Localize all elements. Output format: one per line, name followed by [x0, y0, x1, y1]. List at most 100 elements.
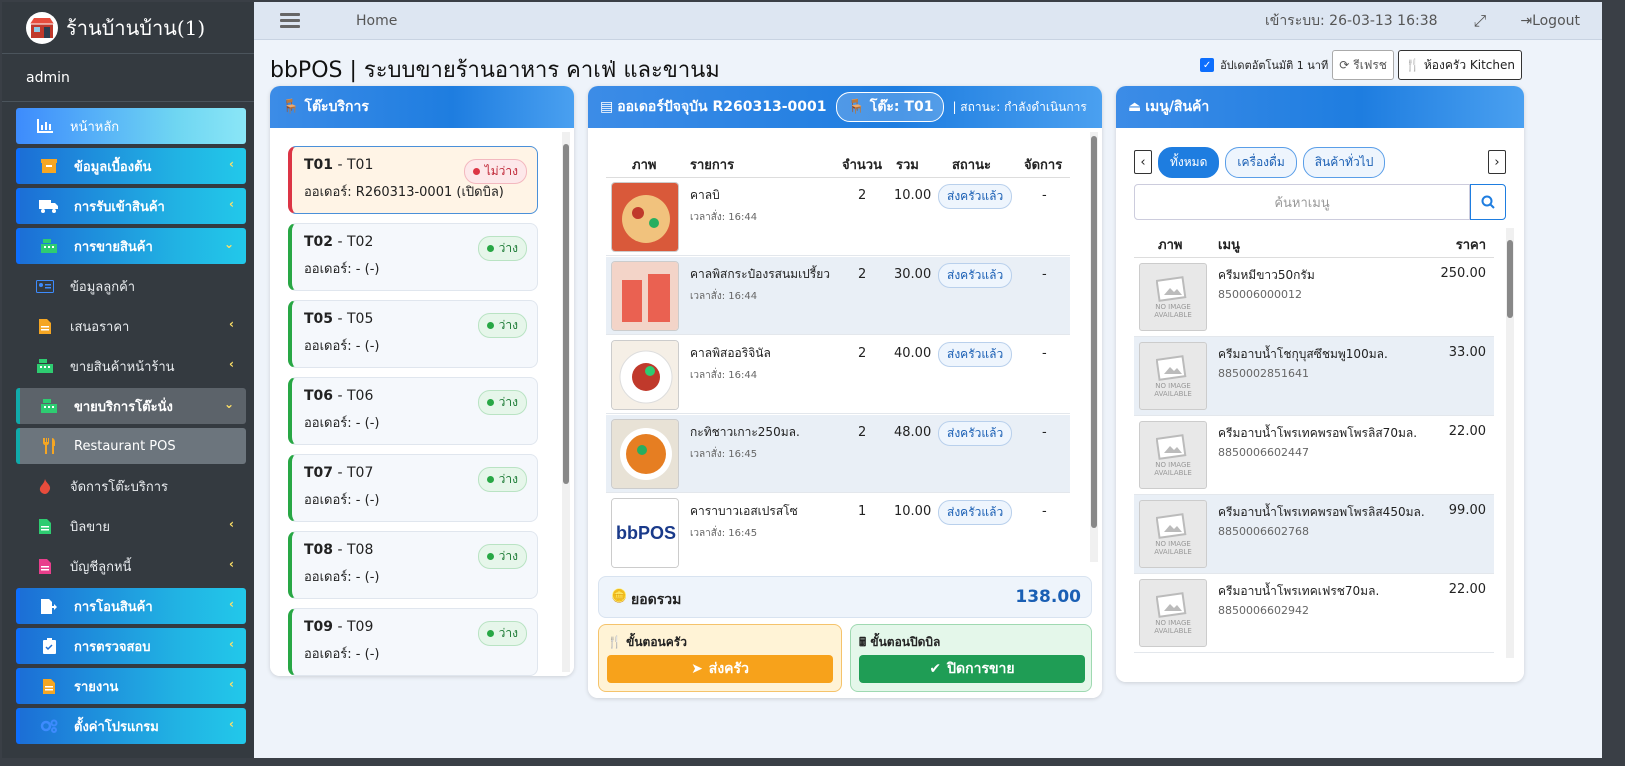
nav-label: ขายสินค้าหน้าร้าน	[70, 359, 175, 375]
brand-name: ร้านบ้านบ้าน(1)	[66, 15, 206, 40]
col-price: ราคา	[1455, 238, 1486, 253]
order-row: bbPOS คาราบาวเอสเปรสโซ เวลาสั่ง: 16:45 1 10.…	[606, 494, 1070, 570]
tab-drinks[interactable]: เครื่องดื่ม	[1225, 146, 1297, 178]
table-card[interactable]: T07 - T07 ออเดอร์: - (-) ว่าง	[288, 454, 538, 522]
tabs-next-button[interactable]: ›	[1488, 150, 1506, 174]
item-total: 48.00	[894, 425, 932, 440]
item-image	[611, 340, 679, 410]
col-status: สถานะ	[952, 158, 991, 173]
truck-icon	[38, 199, 60, 213]
nav-settings[interactable]: ตั้งค่าโปรแกรม ‹	[16, 708, 246, 744]
nav-dashboard[interactable]: หน้าหลัก	[16, 108, 246, 144]
menu-table-header: ภาพ เมนู ราคา	[1134, 228, 1494, 258]
auto-refresh-checkbox[interactable]: ✓	[1200, 58, 1215, 72]
menu-item-price: 22.00	[1448, 424, 1486, 439]
menu-item-row[interactable]: NO IMAGE AVAILABLE ครีมอาบน้ำโพรเทคเฟรช70…	[1134, 574, 1494, 653]
kitchen-button[interactable]: 🍴 ห้องครัว Kitchen	[1397, 50, 1522, 80]
nav-table-service[interactable]: ขายบริการโต๊ะนั่ง ⌄	[16, 388, 246, 424]
item-action[interactable]: -	[1042, 425, 1047, 440]
check-icon: ✔	[929, 661, 942, 677]
nav-label: ข้อมูลเบื้องต้น	[74, 159, 152, 175]
col-image: ภาพ	[632, 158, 657, 173]
nav-storefront-sales[interactable]: ขายสินค้าหน้าร้าน ‹	[24, 348, 246, 384]
menu-item-row[interactable]: NO IMAGE AVAILABLE ครีมอาบน้ำโพรเทคพรอพโพ…	[1134, 416, 1494, 495]
item-action[interactable]: -	[1042, 188, 1047, 203]
nav-reports[interactable]: รายงาน ‹	[16, 668, 246, 704]
order-scrollbar[interactable]	[1090, 132, 1098, 562]
nav-sales[interactable]: การขายสินค้า ⌄	[16, 228, 246, 264]
table-card[interactable]: T01 - T01 ออเดอร์: R260313-0001 (เปิดบิล)…	[288, 146, 538, 214]
item-name: คาลพิสกระป๋องรสนมเปรี้ยว	[690, 267, 831, 281]
order-row: คาลพิสกระป๋องรสนมเปรี้ยว เวลาสั่ง: 16:44 2…	[606, 257, 1070, 335]
sidebar: ร้านบ้านบ้าน(1) admin หน้าหลัก ข้อมูลเบื…	[2, 2, 254, 758]
tables-scrollbar[interactable]	[562, 132, 570, 672]
nav-label: บิลขาย	[70, 519, 111, 535]
close-step-label: 🖩 ขั้นตอนปิดบิล	[859, 635, 941, 649]
nav-sales-bills[interactable]: บิลขาย ‹	[24, 508, 246, 544]
user-name[interactable]: admin	[2, 54, 254, 102]
item-name: คาลพิสออริจินัล	[690, 346, 771, 360]
menu-item-row[interactable]: NO IMAGE AVAILABLE ครีมอาบน้ำโพรเทคพรอพโพ…	[1134, 495, 1494, 574]
hamburger-menu-icon[interactable]	[280, 10, 300, 31]
tabs-prev-button[interactable]: ‹	[1134, 150, 1152, 174]
table-card[interactable]: T09 - T09 ออเดอร์: - (-) ว่าง	[288, 608, 538, 676]
table-order: ออเดอร์: - (-)	[304, 647, 380, 662]
id-card-icon	[34, 279, 56, 293]
chart-icon	[34, 119, 56, 133]
table-card[interactable]: T08 - T08 ออเดอร์: - (-) ว่าง	[288, 531, 538, 599]
tab-general[interactable]: สินค้าทั่วไป	[1302, 146, 1386, 178]
kitchen-step-box: 🍴 ขั้นตอนครัว ➤ ส่งครัว	[598, 624, 842, 692]
status-badge: ไม่ว่าง	[463, 159, 527, 184]
send-kitchen-button[interactable]: ➤ ส่งครัว	[607, 655, 833, 683]
refresh-icon: ⟳	[1339, 58, 1350, 72]
nav-label: การโอนสินค้า	[74, 599, 153, 615]
nav-customers[interactable]: ข้อมูลลูกค้า	[24, 268, 246, 304]
order-row: กะทิชาวเกาะ250มล. เวลาสั่ง: 16:45 2 48.00 ส่…	[606, 415, 1070, 493]
table-card[interactable]: T02 - T02 ออเดอร์: - (-) ว่าง	[288, 223, 538, 291]
menu-panel: ⏏ เมนู/สินค้า ‹ ทั้งหมด เครื่องดื่ม สินค…	[1116, 86, 1524, 682]
file-icon	[34, 518, 56, 534]
menu-item-row[interactable]: NO IMAGE AVAILABLE ครีมหมีขาว50กรัม 850006…	[1134, 258, 1494, 337]
sidebar-nav: หน้าหลัก ข้อมูลเบื้องต้น ‹ การรับเข้าสิน…	[2, 108, 254, 744]
fullscreen-icon[interactable]: ⤢	[1474, 11, 1487, 31]
logout-link[interactable]: ⇥Logout	[1520, 13, 1580, 29]
item-action[interactable]: -	[1042, 504, 1047, 519]
nav-audit[interactable]: การตรวจสอบ ‹	[16, 628, 246, 664]
item-action[interactable]: -	[1042, 346, 1047, 361]
home-link[interactable]: Home	[356, 13, 397, 29]
nav-manage-tables[interactable]: จัดการโต๊ะบริการ	[24, 468, 246, 504]
nav-label: หน้าหลัก	[70, 119, 120, 135]
close-sale-button[interactable]: ✔ ปิดการขาย	[859, 655, 1085, 683]
chevron-left-icon: ‹	[229, 557, 234, 571]
nav-label: การขายสินค้า	[74, 239, 153, 255]
order-row: คาลบิ เวลาสั่ง: 16:44 2 10.00 ส่งครัวแล้ว -	[606, 178, 1070, 256]
tab-all[interactable]: ทั้งหมด	[1158, 146, 1220, 178]
item-status-badge: ส่งครัวแล้ว	[938, 500, 1013, 525]
menu-item-row[interactable]: NO IMAGE AVAILABLE ครีมอาบน้ำโชกุบุสซึชมพ…	[1134, 337, 1494, 416]
food-cover-icon: ⏏	[1128, 99, 1142, 115]
register-icon	[38, 399, 60, 413]
status-badge: ว่าง	[477, 390, 527, 415]
nav-receiving[interactable]: การรับเข้าสินค้า ‹	[16, 188, 246, 224]
menu-search-button[interactable]	[1470, 184, 1506, 220]
nav-master-data[interactable]: ข้อมูลเบื้องต้น ‹	[16, 148, 246, 184]
table-card[interactable]: T05 - T05 ออเดอร์: - (-) ว่าง	[288, 300, 538, 368]
item-action[interactable]: -	[1042, 267, 1047, 282]
refresh-button[interactable]: ⟳ รีเฟรช	[1332, 50, 1394, 80]
item-qty: 2	[858, 346, 867, 361]
page-title: bbPOS | ระบบขายร้านอาหาร คาเฟ่ และขานม	[270, 58, 720, 83]
topbar: Home เข้าระบบ: 26-03-13 16:38 ⤢ ⇥Logout	[254, 2, 1602, 40]
nav-transfer[interactable]: การโอนสินค้า ‹	[16, 588, 246, 624]
nav-quotation[interactable]: เสนอราคา ‹	[24, 308, 246, 344]
menu-scrollbar[interactable]	[1506, 228, 1514, 658]
brand[interactable]: ร้านบ้านบ้าน(1)	[2, 2, 254, 54]
nav-receivables[interactable]: บัญชีลูกหนี้ ‹	[24, 548, 246, 584]
item-time: เวลาสั่ง: 16:45	[690, 449, 758, 460]
table-card[interactable]: T06 - T06 ออเดอร์: - (-) ว่าง	[288, 377, 538, 445]
menu-item-code: 8850006602942	[1218, 604, 1309, 617]
total-box: 🪙 ยอดรวม 138.00	[598, 576, 1092, 618]
chevron-left-icon: ‹	[229, 157, 234, 171]
menu-search-input[interactable]: ค้นหาเมนู	[1134, 184, 1470, 220]
nav-restaurant-pos[interactable]: Restaurant POS	[16, 428, 246, 464]
nav-label: การตรวจสอบ	[74, 639, 151, 655]
